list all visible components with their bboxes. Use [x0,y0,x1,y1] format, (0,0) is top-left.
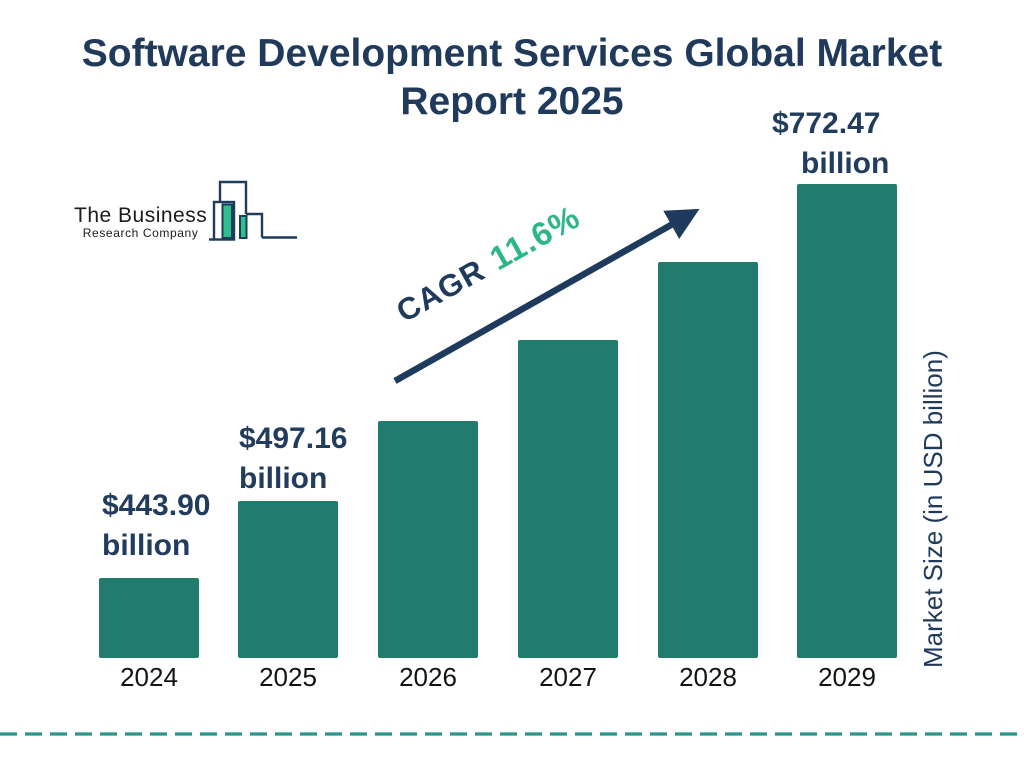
company-subname: Research Company [74,227,207,240]
market-report-figure: Software Development Services Global Mar… [0,0,1024,768]
bar-2025 [238,501,338,658]
value-label-2025-amount: $497.16 [239,419,347,459]
x-tick-2024: 2024 [99,662,199,693]
value-label-2024-amount: $443.90 [102,486,210,526]
value-label-2024-unit: billion [102,526,210,566]
value-label-2024: $443.90 billion [102,486,210,566]
bar-2029 [797,184,897,658]
value-label-2025-unit: billion [239,459,347,499]
company-logo: The Business Research Company [74,180,299,244]
page-title-line2: Report 2025 [400,80,623,123]
value-label-2029-amount: $772.47 [772,104,889,144]
x-tick-2029: 2029 [797,662,897,693]
value-label-2029: $772.47 billion [772,104,889,184]
logo-bars-icon [209,180,299,244]
value-label-2029-unit: billion [801,144,889,184]
bar-2026 [378,421,478,658]
company-name: The Business [74,205,207,227]
x-tick-2026: 2026 [378,662,478,693]
company-logo-text: The Business Research Company [74,205,207,244]
value-label-2025: $497.16 billion [239,419,347,499]
x-tick-2025: 2025 [238,662,338,693]
y-axis-label: Market Size (in USD billion) [918,350,949,668]
x-tick-2028: 2028 [658,662,758,693]
bar-2024 [99,578,199,658]
page-title-line1: Software Development Services Global Mar… [82,32,942,75]
x-tick-2027: 2027 [518,662,618,693]
bottom-dashed-divider [0,731,1024,737]
